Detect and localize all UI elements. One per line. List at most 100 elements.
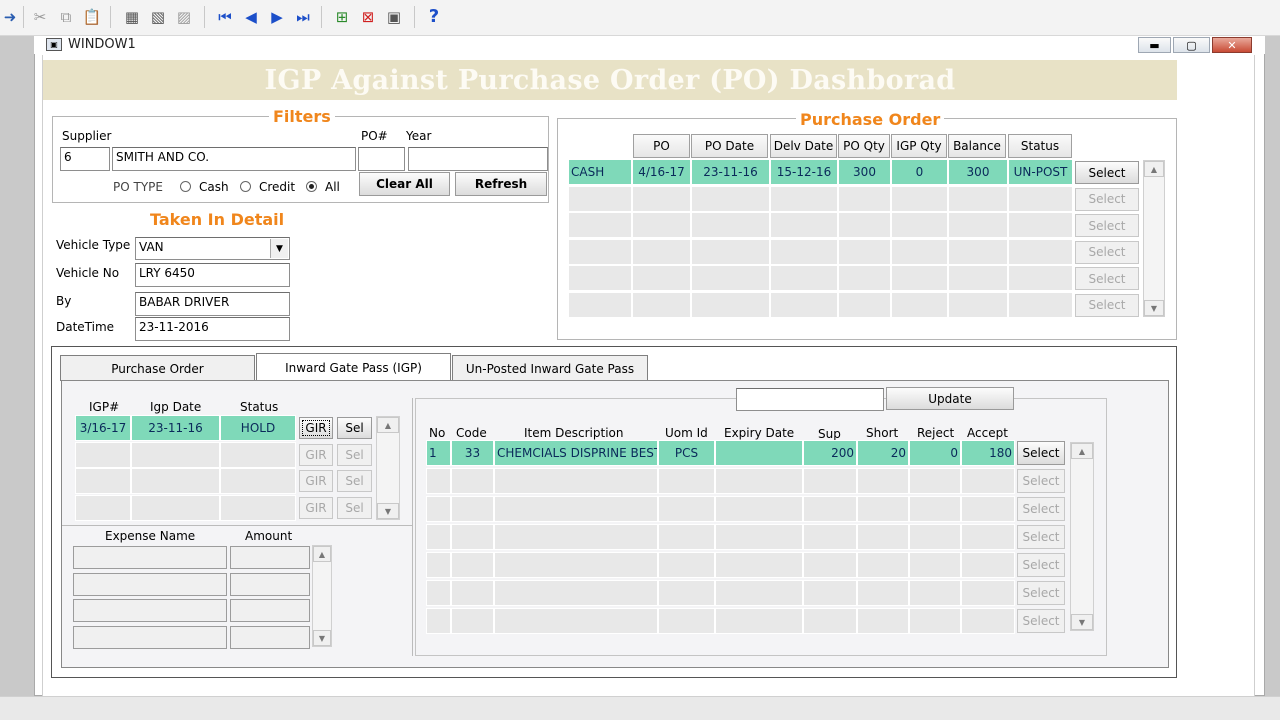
supplier-name-field[interactable]: SMITH AND CO. — [112, 147, 356, 171]
scroll-up-icon[interactable]: ▲ — [1144, 161, 1164, 177]
items-scrollbar[interactable]: ▲ ▼ — [1070, 442, 1094, 631]
update-button[interactable]: Update — [886, 387, 1014, 410]
item-grid-cell[interactable] — [451, 468, 494, 494]
clear-all-button[interactable]: Clear All — [359, 172, 450, 196]
scroll-down-icon[interactable]: ▼ — [1144, 300, 1164, 316]
po-grid-cell[interactable] — [838, 185, 891, 212]
vehicle-no-field[interactable]: LRY 6450 — [135, 263, 290, 287]
by-field[interactable]: BABAR DRIVER — [135, 292, 290, 316]
item-grid-cell[interactable] — [803, 524, 857, 550]
po-grid-cell[interactable] — [691, 185, 770, 212]
item-grid-cell[interactable] — [658, 524, 715, 550]
item-grid-cell[interactable] — [494, 524, 658, 550]
item-grid-cell[interactable] — [426, 496, 451, 522]
item-grid-cell[interactable] — [909, 552, 961, 578]
item-grid-cell[interactable] — [426, 468, 451, 494]
item-grid-cell[interactable] — [658, 608, 715, 634]
copy-icon[interactable]: ⧉ — [56, 7, 76, 27]
po-select-button[interactable]: Select — [1075, 214, 1139, 237]
item-grid-cell[interactable] — [961, 468, 1015, 494]
igp-grid-cell[interactable]: 23-11-16 — [131, 415, 220, 441]
item-grid-cell[interactable]: 33 — [451, 440, 494, 466]
item-grid-cell[interactable] — [715, 524, 803, 550]
item-grid-cell[interactable] — [658, 552, 715, 578]
tab-inward-gate-pass[interactable]: Inward Gate Pass (IGP) — [256, 353, 451, 381]
item-grid-cell[interactable] — [451, 608, 494, 634]
scroll-down-icon[interactable]: ▼ — [1071, 614, 1093, 630]
item-grid-cell[interactable] — [658, 580, 715, 606]
po-grid-cell[interactable] — [632, 291, 691, 318]
po-grid-cell[interactable] — [891, 238, 948, 265]
sel-button[interactable]: Sel — [337, 496, 372, 519]
item-select-button[interactable]: Select — [1017, 525, 1065, 549]
po-grid-cell[interactable]: 23-11-16 — [691, 159, 770, 185]
item-grid-cell[interactable] — [909, 468, 961, 494]
update-input[interactable] — [736, 388, 884, 411]
close-button[interactable]: ✕ — [1212, 37, 1252, 53]
po-grid-cell[interactable] — [838, 238, 891, 265]
po-grid-cell[interactable] — [1008, 185, 1073, 212]
po-grid-cell[interactable] — [948, 265, 1008, 291]
item-grid-cell[interactable] — [803, 608, 857, 634]
item-grid-cell[interactable] — [658, 468, 715, 494]
item-grid-cell[interactable] — [857, 468, 909, 494]
po-grid-cell[interactable] — [838, 291, 891, 318]
item-grid-cell[interactable] — [715, 580, 803, 606]
po-grid-cell[interactable]: CASH — [568, 159, 632, 185]
cut-icon[interactable]: ✂ — [30, 7, 50, 27]
item-grid-cell[interactable] — [658, 496, 715, 522]
po-select-button[interactable]: Select — [1075, 240, 1139, 264]
item-grid-cell[interactable] — [961, 552, 1015, 578]
tab-purchase-order[interactable]: Purchase Order — [60, 355, 255, 381]
po-grid-cell[interactable] — [568, 291, 632, 318]
vehicle-type-select[interactable]: VAN — [135, 237, 290, 260]
item-select-button[interactable]: Select — [1017, 497, 1065, 521]
po-type-all-radio[interactable] — [306, 181, 317, 192]
po-grid-cell[interactable] — [632, 185, 691, 212]
paste-icon[interactable]: 📋 — [82, 7, 102, 27]
year-field[interactable] — [408, 147, 548, 171]
item-grid-cell[interactable] — [451, 580, 494, 606]
item-grid-cell[interactable] — [426, 524, 451, 550]
item-grid-cell[interactable] — [961, 496, 1015, 522]
po-grid-cell[interactable] — [632, 238, 691, 265]
item-grid-cell[interactable] — [909, 580, 961, 606]
item-grid-cell[interactable] — [961, 524, 1015, 550]
sel-button[interactable]: Sel — [337, 443, 372, 466]
po-grid-cell[interactable] — [1008, 291, 1073, 318]
po-grid-cell[interactable] — [632, 265, 691, 291]
item-grid-cell[interactable] — [857, 524, 909, 550]
po-type-credit-radio[interactable] — [240, 181, 251, 192]
query-icon[interactable]: ▧ — [148, 7, 168, 27]
po-grid-cell[interactable] — [770, 238, 838, 265]
item-grid-cell[interactable] — [909, 524, 961, 550]
item-grid-cell[interactable]: 20 — [857, 440, 909, 466]
item-select-button[interactable]: Select — [1017, 469, 1065, 493]
po-grid-cell[interactable] — [770, 212, 838, 238]
gir-button[interactable]: GIR — [299, 443, 333, 466]
po-grid-cell[interactable]: 0 — [891, 159, 948, 185]
po-scrollbar[interactable]: ▲ ▼ — [1143, 160, 1165, 317]
item-grid-cell[interactable] — [857, 580, 909, 606]
item-grid-cell[interactable] — [857, 496, 909, 522]
chevron-down-icon[interactable]: ▼ — [270, 239, 288, 258]
item-grid-cell[interactable] — [715, 440, 803, 466]
help-icon[interactable]: ? — [424, 7, 444, 27]
po-grid-cell[interactable] — [691, 238, 770, 265]
close-query-icon[interactable]: ▨ — [174, 7, 194, 27]
po-grid-cell[interactable] — [891, 212, 948, 238]
po-grid-cell[interactable] — [948, 238, 1008, 265]
item-grid-cell[interactable] — [494, 468, 658, 494]
igp-grid-cell[interactable] — [220, 494, 296, 521]
first-record-icon[interactable]: ⏮ — [215, 7, 235, 27]
po-grid-cell[interactable] — [948, 212, 1008, 238]
item-grid-cell[interactable]: CHEMCIALS DISPRINE BEST — [494, 440, 658, 466]
po-grid-cell[interactable]: 15-12-16 — [770, 159, 838, 185]
item-grid-cell[interactable] — [426, 580, 451, 606]
next-record-icon[interactable]: ▶ — [267, 7, 287, 27]
igp-grid-cell[interactable] — [75, 441, 131, 468]
item-grid-cell[interactable] — [715, 468, 803, 494]
item-grid-cell[interactable] — [961, 580, 1015, 606]
item-grid-cell[interactable] — [857, 608, 909, 634]
po-grid-cell[interactable]: 300 — [838, 159, 891, 185]
